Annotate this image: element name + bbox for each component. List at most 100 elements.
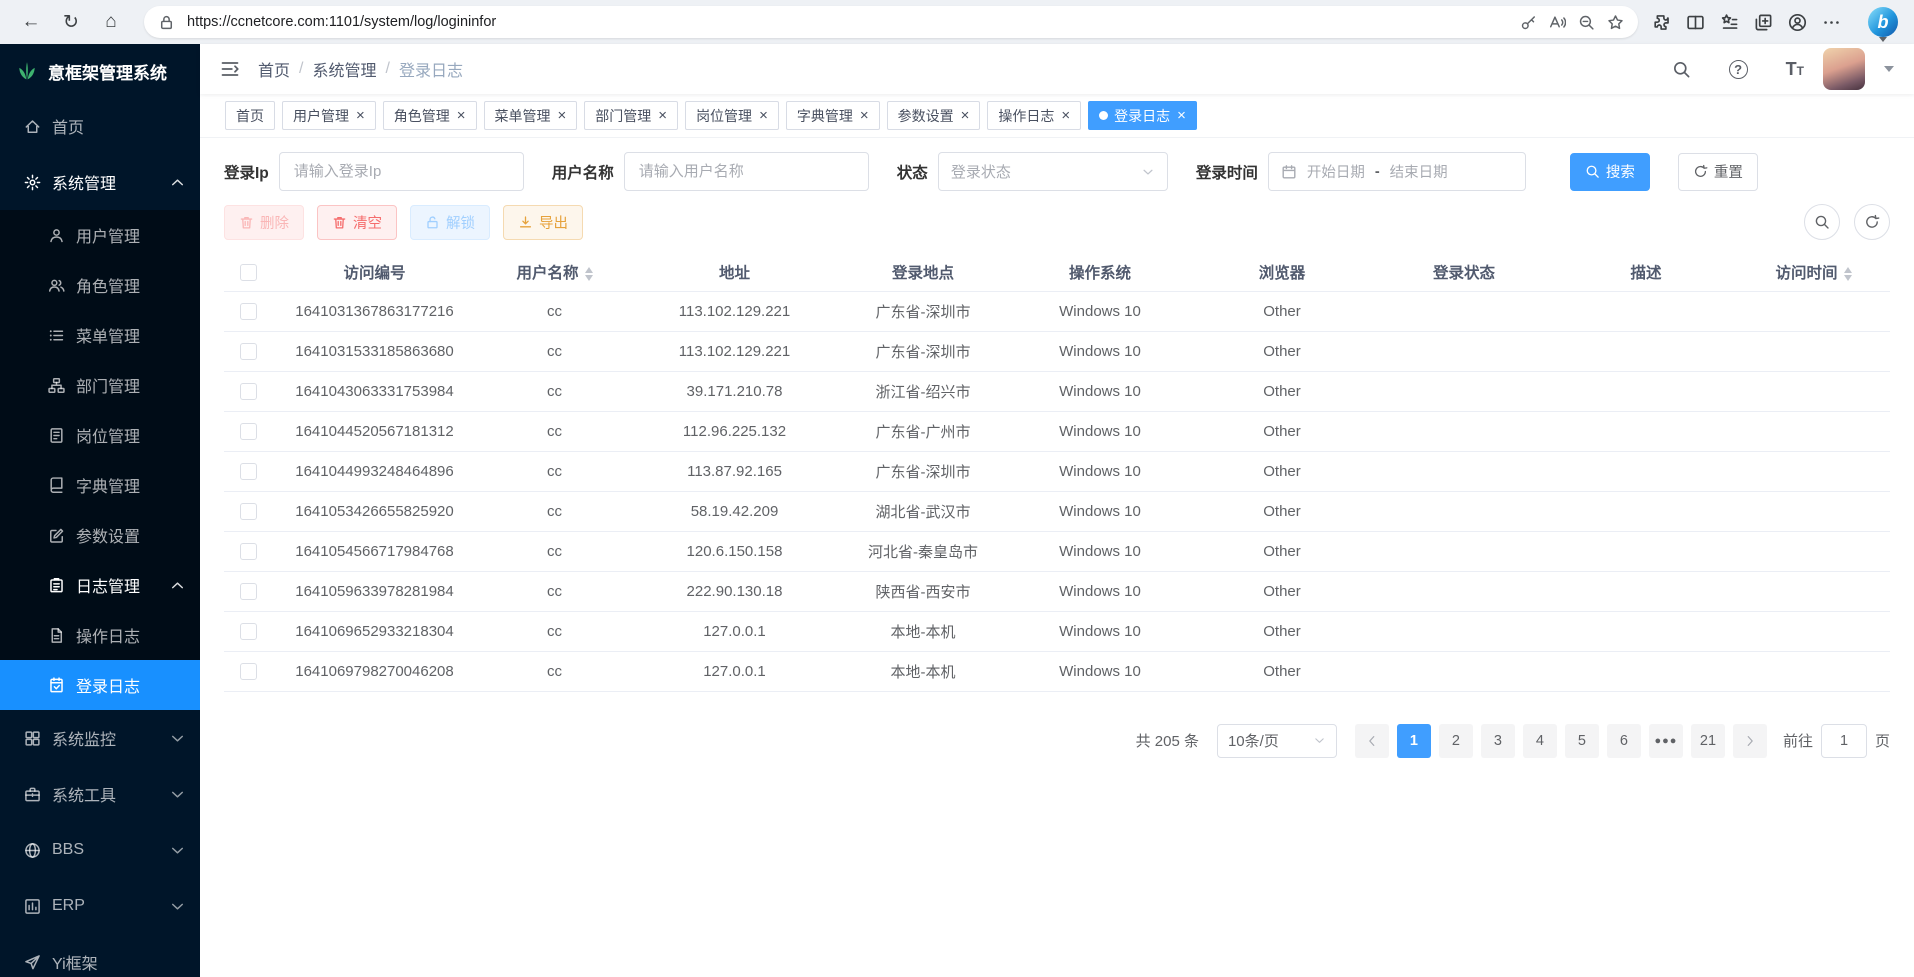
sidebar-item-erp[interactable]: ERP xyxy=(0,878,200,934)
tab-7[interactable]: 参数设置× xyxy=(887,101,981,130)
sidebar-item-user-management[interactable]: 用户管理 xyxy=(0,210,200,260)
page-button-5[interactable]: 5 xyxy=(1565,724,1599,758)
row-checkbox[interactable] xyxy=(240,423,257,440)
row-checkbox[interactable] xyxy=(240,303,257,320)
clear-button[interactable]: 清空 xyxy=(317,205,397,240)
page-button-1[interactable]: 1 xyxy=(1397,724,1431,758)
site-info-lock-icon[interactable] xyxy=(158,14,175,31)
tab-close-icon[interactable]: × xyxy=(356,108,365,123)
browser-refresh-button[interactable]: ↻ xyxy=(52,4,90,40)
jump-page-input[interactable] xyxy=(1821,724,1867,758)
font-size-icon[interactable]: TT xyxy=(1786,59,1804,80)
date-range-picker[interactable]: 开始日期 - 结束日期 xyxy=(1268,152,1526,191)
row-checkbox[interactable] xyxy=(240,503,257,520)
breadcrumb-item[interactable]: 首页 xyxy=(258,57,290,81)
tab-2[interactable]: 角色管理× xyxy=(383,101,477,130)
browser-home-button[interactable]: ⌂ xyxy=(92,4,130,40)
tab-9[interactable]: 登录日志× xyxy=(1088,101,1197,130)
favorites-bar-icon[interactable] xyxy=(1720,13,1739,32)
tab-8[interactable]: 操作日志× xyxy=(987,101,1081,130)
sidebar-item-system-management[interactable]: 系统管理 xyxy=(0,154,200,210)
tab-close-icon[interactable]: × xyxy=(1177,108,1186,123)
page-button-2[interactable]: 2 xyxy=(1439,724,1473,758)
sidebar-item-dict-management[interactable]: 字典管理 xyxy=(0,460,200,510)
sidebar-item-home[interactable]: 首页 xyxy=(0,98,200,154)
delete-button[interactable]: 删除 xyxy=(224,205,304,240)
row-checkbox[interactable] xyxy=(240,463,257,480)
tab-1[interactable]: 用户管理× xyxy=(282,101,376,130)
table-row[interactable]: 1641044993248464896cc113.87.92.165广东省-深圳… xyxy=(224,451,1890,491)
row-checkbox[interactable] xyxy=(240,623,257,640)
sort-icon[interactable] xyxy=(1844,267,1852,281)
table-row[interactable]: 1641044520567181312cc112.96.225.132广东省-广… xyxy=(224,411,1890,451)
password-key-icon[interactable] xyxy=(1520,14,1537,31)
bing-copilot-icon[interactable]: b xyxy=(1868,7,1898,37)
page-button-4[interactable]: 4 xyxy=(1523,724,1557,758)
sidebar-item-yi-framework[interactable]: Yi框架 xyxy=(0,934,200,977)
extensions-icon[interactable] xyxy=(1652,13,1671,32)
row-checkbox[interactable] xyxy=(240,663,257,680)
status-select[interactable]: 登录状态 xyxy=(938,152,1168,191)
table-row[interactable]: 1641069798270046208cc127.0.0.1本地-本机Windo… xyxy=(224,651,1890,691)
address-bar[interactable]: https://ccnetcore.com:1101/system/log/lo… xyxy=(144,6,1638,38)
refresh-table-button[interactable] xyxy=(1854,204,1890,240)
row-checkbox[interactable] xyxy=(240,543,257,560)
sidebar-item-operation-log[interactable]: 操作日志 xyxy=(0,610,200,660)
sidebar-item-param-settings[interactable]: 参数设置 xyxy=(0,510,200,560)
collections-icon[interactable] xyxy=(1754,13,1773,32)
prev-page-button[interactable] xyxy=(1355,724,1389,758)
table-row[interactable]: 1641043063331753984cc39.171.210.78浙江省-绍兴… xyxy=(224,371,1890,411)
row-checkbox[interactable] xyxy=(240,583,257,600)
split-screen-icon[interactable] xyxy=(1686,13,1705,32)
zoom-out-icon[interactable] xyxy=(1578,14,1595,31)
column-header[interactable]: 用户名称 xyxy=(477,254,632,291)
page-button-3[interactable]: 3 xyxy=(1481,724,1515,758)
header-search-icon[interactable] xyxy=(1672,60,1691,79)
table-row[interactable]: 1641069652933218304cc127.0.0.1本地-本机Windo… xyxy=(224,611,1890,651)
tab-close-icon[interactable]: × xyxy=(1061,108,1070,123)
tab-close-icon[interactable]: × xyxy=(457,108,466,123)
next-page-button[interactable] xyxy=(1733,724,1767,758)
sidebar-item-menu-management[interactable]: 菜单管理 xyxy=(0,310,200,360)
column-header[interactable]: 访问时间 xyxy=(1737,254,1890,291)
tab-0[interactable]: 首页 xyxy=(225,101,275,130)
sidebar-item-post-management[interactable]: 岗位管理 xyxy=(0,410,200,460)
table-row[interactable]: 1641053426655825920cc58.19.42.209湖北省-武汉市… xyxy=(224,491,1890,531)
tab-close-icon[interactable]: × xyxy=(558,108,567,123)
search-button[interactable]: 搜索 xyxy=(1570,153,1650,191)
user-avatar[interactable] xyxy=(1823,48,1865,90)
browser-back-button[interactable]: ← xyxy=(12,4,50,40)
select-all-checkbox[interactable] xyxy=(240,264,257,281)
tab-close-icon[interactable]: × xyxy=(961,108,970,123)
tab-close-icon[interactable]: × xyxy=(759,108,768,123)
sidebar-item-system-tools[interactable]: 系统工具 xyxy=(0,766,200,822)
avatar-caret-icon[interactable] xyxy=(1884,66,1894,77)
row-checkbox[interactable] xyxy=(240,383,257,400)
sidebar-item-dept-management[interactable]: 部门管理 xyxy=(0,360,200,410)
toggle-search-button[interactable] xyxy=(1804,204,1840,240)
end-date-placeholder[interactable]: 结束日期 xyxy=(1390,161,1448,182)
row-checkbox[interactable] xyxy=(240,343,257,360)
table-row[interactable]: 1641031367863177216cc113.102.129.221广东省-… xyxy=(224,291,1890,331)
sidebar-item-role-management[interactable]: 角色管理 xyxy=(0,260,200,310)
table-row[interactable]: 1641054566717984768cc120.6.150.158河北省-秦皇… xyxy=(224,531,1890,571)
username-input[interactable] xyxy=(624,152,869,191)
sidebar-item-system-monitor[interactable]: 系统监控 xyxy=(0,710,200,766)
export-button[interactable]: 导出 xyxy=(503,205,583,240)
page-button-6[interactable]: 6 xyxy=(1607,724,1641,758)
tab-4[interactable]: 部门管理× xyxy=(584,101,678,130)
unlock-button[interactable]: 解锁 xyxy=(410,205,490,240)
login-ip-input[interactable] xyxy=(279,152,524,191)
add-favorite-icon[interactable] xyxy=(1607,14,1624,31)
tab-5[interactable]: 岗位管理× xyxy=(685,101,779,130)
start-date-placeholder[interactable]: 开始日期 xyxy=(1307,161,1365,182)
tab-3[interactable]: 菜单管理× xyxy=(484,101,578,130)
help-icon[interactable]: ? xyxy=(1729,60,1748,79)
reset-button[interactable]: 重置 xyxy=(1678,153,1758,191)
sidebar-toggle-icon[interactable] xyxy=(220,59,240,79)
tab-close-icon[interactable]: × xyxy=(860,108,869,123)
app-logo[interactable]: 意框架管理系统 xyxy=(0,44,200,98)
url-text[interactable]: https://ccnetcore.com:1101/system/log/lo… xyxy=(187,14,1508,30)
browser-profile-icon[interactable] xyxy=(1788,13,1807,32)
table-row[interactable]: 1641059633978281984cc222.90.130.18陕西省-西安… xyxy=(224,571,1890,611)
